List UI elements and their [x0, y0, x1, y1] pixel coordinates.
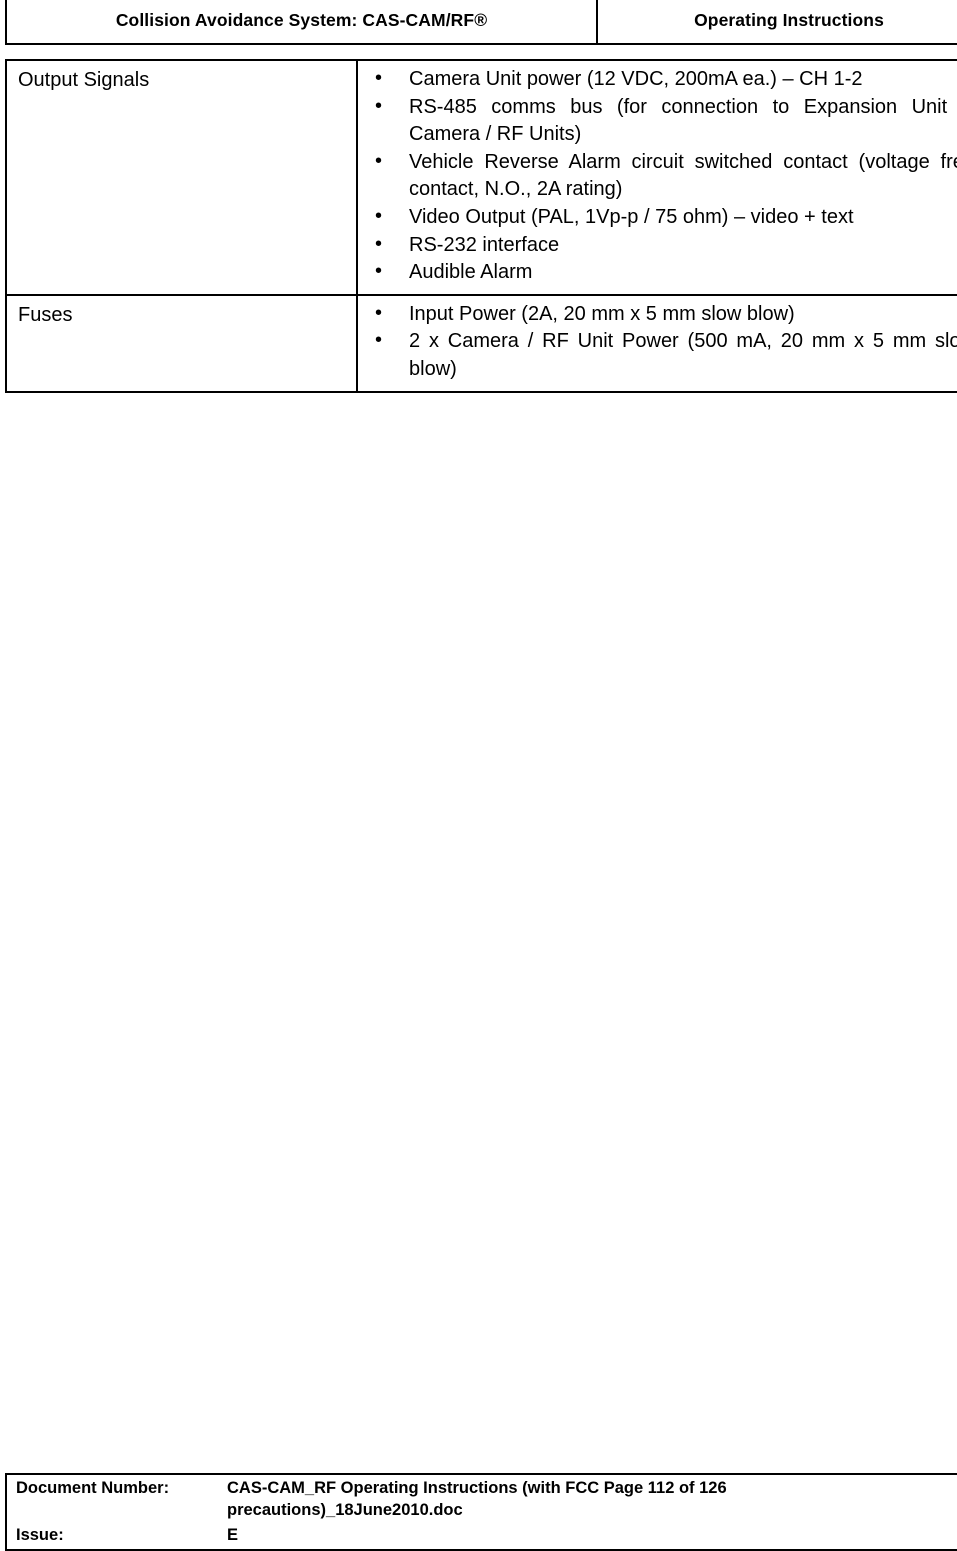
header-title-right: Operating Instructions: [596, 0, 957, 45]
spec-values-fuses: Input Power (2A, 20 mm x 5 mm slow blow)…: [356, 293, 957, 393]
list-item-text: Vehicle Reverse Alarm circuit switched c…: [409, 150, 957, 201]
specifications-table: Output Signals Camera Unit power (12 VDC…: [5, 59, 957, 393]
table-row: Fuses Input Power (2A, 20 mm x 5 mm slow…: [5, 293, 957, 393]
list-item-text: Camera Unit power (12 VDC, 200mA ea.) – …: [409, 68, 863, 90]
list-item: Camera Unit power (12 VDC, 200mA ea.) – …: [358, 65, 957, 94]
footer-row-document-number: Document Number: CAS-CAM_RF Operating In…: [5, 1473, 957, 1524]
list-item-text: Audible Alarm: [409, 261, 533, 284]
list-item: Input Power (2A, 20 mm x 5 mm slow blow): [358, 300, 957, 329]
document-page: Collision Avoidance System: CAS-CAM/RF® …: [0, 0, 957, 1551]
spec-label-output-signals: Output Signals: [5, 59, 358, 296]
spec-label-fuses: Fuses: [5, 293, 358, 393]
list-item: RS-485 comms bus (for connection to Expa…: [358, 93, 957, 149]
list-item-text: RS-232 interface: [409, 233, 560, 256]
bullet-list-fuses: Input Power (2A, 20 mm x 5 mm slow blow)…: [358, 300, 957, 384]
bullet-list-output-signals: Camera Unit power (12 VDC, 200mA ea.) – …: [358, 65, 957, 287]
table-row: Output Signals Camera Unit power (12 VDC…: [5, 59, 957, 296]
footer-document-number-line2: precautions)_18June2010.doc: [227, 1501, 463, 1520]
spec-values-output-signals: Camera Unit power (12 VDC, 200mA ea.) – …: [356, 59, 957, 296]
list-item-text: 2 x Camera / RF Unit Power (500 mA, 20 m…: [409, 330, 957, 380]
list-item-text: RS-485 comms bus (for connection to Expa…: [409, 95, 957, 146]
footer-document-number-line1: CAS-CAM_RF Operating Instructions (with …: [227, 1479, 727, 1497]
list-item-text: Input Power (2A, 20 mm x 5 mm slow blow): [409, 302, 795, 325]
list-item: RS-232 interface: [358, 231, 957, 260]
page-header-table: Collision Avoidance System: CAS-CAM/RF® …: [5, 0, 957, 45]
list-item: Audible Alarm: [358, 258, 957, 287]
footer-document-number-label: Document Number:: [5, 1473, 227, 1524]
page-footer-table: Document Number: CAS-CAM_RF Operating In…: [5, 1473, 957, 1551]
list-item: Vehicle Reverse Alarm circuit switched c…: [358, 148, 957, 204]
header-title-left: Collision Avoidance System: CAS-CAM/RF®: [5, 0, 598, 45]
page-header-row: Collision Avoidance System: CAS-CAM/RF® …: [5, 0, 957, 45]
list-item: 2 x Camera / RF Unit Power (500 mA, 20 m…: [358, 327, 957, 383]
footer-document-number-value: CAS-CAM_RF Operating Instructions (with …: [227, 1473, 957, 1524]
list-item: Video Output (PAL, 1Vp-p / 75 ohm) – vid…: [358, 203, 957, 232]
list-item-text: Video Output (PAL, 1Vp-p / 75 ohm) – vid…: [409, 205, 854, 228]
